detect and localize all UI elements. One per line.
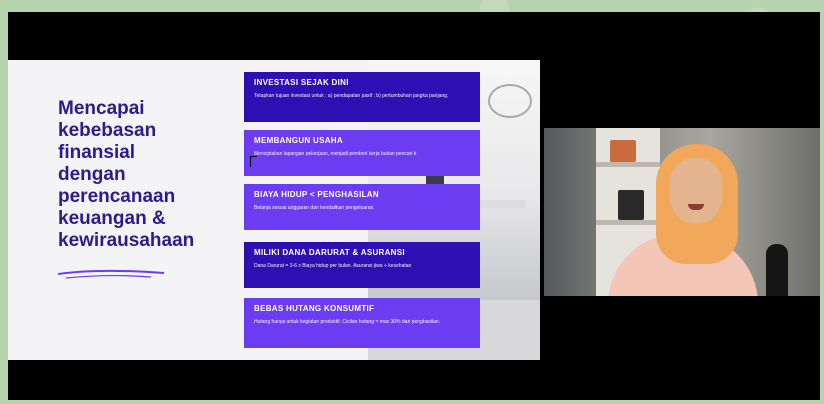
card-membangun-usaha: MEMBANGUN USAHA Menciptakan lapangan pek… [244, 130, 480, 176]
card-dana-darurat: MILIKI DANA DARURAT & ASURANSI Dana Daru… [244, 242, 480, 288]
swoosh-decoration [57, 269, 165, 279]
participant-video-tile[interactable] [544, 128, 820, 296]
shelf-board [596, 162, 660, 167]
microphone-icon [766, 244, 788, 296]
meeting-stage: Mencapai kebebasan finansial dengan pere… [8, 12, 820, 400]
person-face [670, 158, 722, 224]
card-bebas-hutang: BEBAS HUTANG KONSUMTIF Hutang hanya untu… [244, 298, 480, 348]
card-text: Dana Darurat = 3-6 x Biaya hidup per bul… [254, 263, 412, 269]
card-title: MEMBANGUN USAHA [254, 136, 343, 145]
lamp-icon [488, 84, 532, 118]
card-text: Belanja sesuai anggaran dan kendalikan p… [254, 205, 375, 211]
picture-frame-icon [618, 190, 644, 220]
card-biaya-hidup: BIAYA HIDUP < PENGHASILAN Belanja sesuai… [244, 184, 480, 230]
card-investasi: INVESTASI SEJAK DINI Tetapkan tujuan inv… [244, 72, 480, 122]
card-text: Tetapkan tujuan investasi untuk : a) pen… [254, 93, 449, 99]
text-cursor-icon [250, 156, 257, 167]
card-title: INVESTASI SEJAK DINI [254, 78, 349, 87]
shelf-board [596, 220, 660, 225]
slide-title: Mencapai kebebasan finansial dengan pere… [58, 98, 195, 251]
card-title: MILIKI DANA DARURAT & ASURANSI [254, 248, 405, 257]
card-text: Menciptakan lapangan pekerjaan, menjadi … [254, 151, 417, 157]
shared-presentation-slide: Mencapai kebebasan finansial dengan pere… [8, 60, 540, 360]
card-title: BEBAS HUTANG KONSUMTIF [254, 304, 375, 313]
card-title: BIAYA HIDUP < PENGHASILAN [254, 190, 379, 199]
card-text: Hutang hanya untuk kegiatan produktif. C… [254, 319, 441, 325]
shelf-decoration [610, 140, 636, 162]
